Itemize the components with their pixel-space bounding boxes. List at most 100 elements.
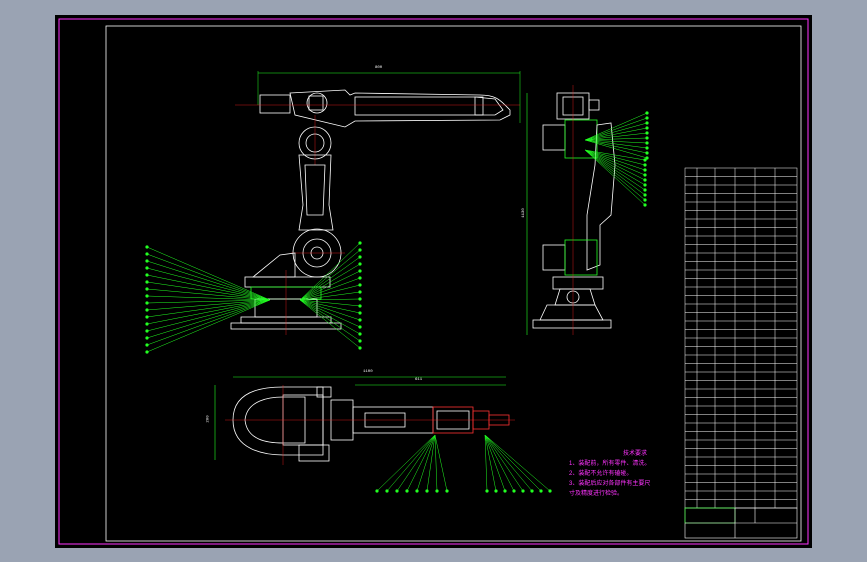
dim-bottom-width-outer: 1100	[363, 370, 373, 374]
front-leader-left-dot-9	[145, 308, 149, 312]
side-leader-mid-dot-7	[643, 193, 647, 197]
front-leader-right-dot-8	[358, 297, 362, 301]
front-leader-left-15	[146, 299, 271, 353]
front-leader-left-0	[146, 246, 271, 301]
plan-leader-left-dot-0	[375, 489, 379, 493]
front-leader-right-dot-5	[358, 276, 362, 280]
front-leader-left-dot-1	[145, 252, 149, 256]
side-leader-top-0	[584, 112, 648, 141]
plan-leader-left-2	[396, 434, 436, 492]
cad-drawing	[58, 18, 809, 545]
front-leader-left-dot-4	[145, 273, 149, 277]
plan-leader-left-dot-1	[385, 489, 389, 493]
side-view	[526, 85, 616, 335]
dim-side-height: 1130	[521, 208, 526, 218]
front-leader-left-14	[146, 299, 271, 346]
front-leader-left-dot-11	[145, 322, 149, 326]
side-leader-mid-dot-5	[643, 183, 647, 187]
front-leader-right-3	[299, 263, 361, 301]
plan-leader-right-5	[484, 434, 533, 492]
plan-leader-right-dot-4	[521, 489, 525, 493]
side-leaders	[584, 111, 649, 207]
plan-leader-right-dot-7	[548, 489, 552, 493]
side-leader-top-dot-0	[645, 111, 649, 115]
front-leader-right-dot-14	[358, 339, 362, 343]
front-leader-left-dot-12	[145, 329, 149, 333]
front-leader-right-dot-9	[358, 304, 362, 308]
front-leader-left-11	[146, 299, 271, 325]
front-leader-left-dot-5	[145, 280, 149, 284]
front-leader-right-dot-1	[358, 248, 362, 252]
side-leader-mid-dot-2	[643, 168, 647, 172]
front-view	[230, 71, 521, 335]
plan-leader-right-dot-3	[512, 489, 516, 493]
plan-leader-right-6	[484, 434, 542, 492]
notes-line-3: 3、装配后应对各部件有主要尺	[569, 481, 651, 487]
plan-leader-left-dot-5	[425, 489, 429, 493]
front-leader-right-14	[299, 299, 361, 342]
plan-leader-right-dot-2	[503, 489, 507, 493]
side-leader-top-7	[584, 139, 648, 149]
side-leader-top-dot-5	[645, 136, 649, 140]
front-leader-left-dot-3	[145, 266, 149, 270]
front-leader-left-5	[146, 281, 271, 301]
plan-leader-right-dot-0	[485, 489, 489, 493]
front-leader-left-dot-8	[145, 301, 149, 305]
front-leaders	[145, 241, 362, 354]
front-leader-left-12	[146, 299, 271, 332]
side-leader-mid-dot-8	[643, 198, 647, 202]
front-leader-left-dot-15	[145, 350, 149, 354]
dim-bottom-width-inner: 611	[415, 378, 423, 382]
front-leader-right-dot-13	[358, 332, 362, 336]
side-leader-mid-4	[584, 149, 646, 181]
front-leader-right-dot-12	[358, 325, 362, 329]
side-leader-top-dot-9	[645, 156, 649, 160]
front-leader-right-dot-2	[358, 255, 362, 259]
plan-leader-left-dot-2	[395, 489, 399, 493]
front-leader-left-6	[146, 288, 271, 301]
front-leader-right-dot-10	[358, 311, 362, 315]
front-leader-right-dot-4	[358, 269, 362, 273]
bom-table	[684, 167, 798, 509]
title-block	[684, 507, 798, 539]
side-leader-top-dot-2	[645, 121, 649, 125]
front-leader-left-dot-14	[145, 343, 149, 347]
front-leader-right-2	[299, 256, 361, 301]
front-leader-left-dot-0	[145, 245, 149, 249]
dim-top-width: 800	[375, 66, 383, 70]
side-leader-top-dot-8	[645, 151, 649, 155]
front-leader-right-dot-7	[358, 290, 362, 294]
front-leader-left-dot-2	[145, 259, 149, 263]
side-leader-top-2	[584, 122, 648, 141]
front-leader-right-dot-0	[358, 241, 362, 245]
side-leader-top-dot-1	[645, 116, 649, 120]
front-leader-left-7	[146, 295, 271, 301]
front-leader-right-dot-15	[358, 346, 362, 350]
front-leader-right-15	[299, 299, 361, 349]
plan-leader-right-dot-6	[539, 489, 543, 493]
plan-leader-right-dot-5	[530, 489, 534, 493]
plan-leader-left-dot-3	[405, 489, 409, 493]
notes-line-4: 寸及精度进行检验。	[569, 491, 624, 497]
side-leader-top-dot-3	[645, 126, 649, 130]
plan-leader-left-dot-6	[435, 489, 439, 493]
notes-title: 技术要求	[623, 451, 648, 457]
plan-leader-left-dot-7	[445, 489, 449, 493]
plan-leader-right-3	[484, 434, 515, 492]
front-leader-right-7	[299, 291, 361, 301]
side-leader-top-dot-6	[645, 141, 649, 145]
side-leader-mid-dot-6	[643, 188, 647, 192]
drawing-canvas: 800 1130 1100 611 200 技术要求 1、装配前，所有零件、清洗…	[55, 15, 812, 548]
front-leader-right-0	[299, 242, 361, 301]
side-leader-top-dot-7	[645, 146, 649, 150]
front-leader-left-dot-10	[145, 315, 149, 319]
front-leader-right-dot-3	[358, 262, 362, 266]
plan-leaders	[375, 434, 552, 493]
side-leader-mid-dot-3	[643, 173, 647, 177]
dim-bottom-height: 200	[206, 415, 211, 423]
front-leader-left-13	[146, 299, 271, 339]
front-leader-left-dot-13	[145, 336, 149, 340]
side-leader-top-dot-4	[645, 131, 649, 135]
side-leader-mid-dot-4	[643, 178, 647, 182]
front-leader-left-2	[146, 260, 271, 301]
